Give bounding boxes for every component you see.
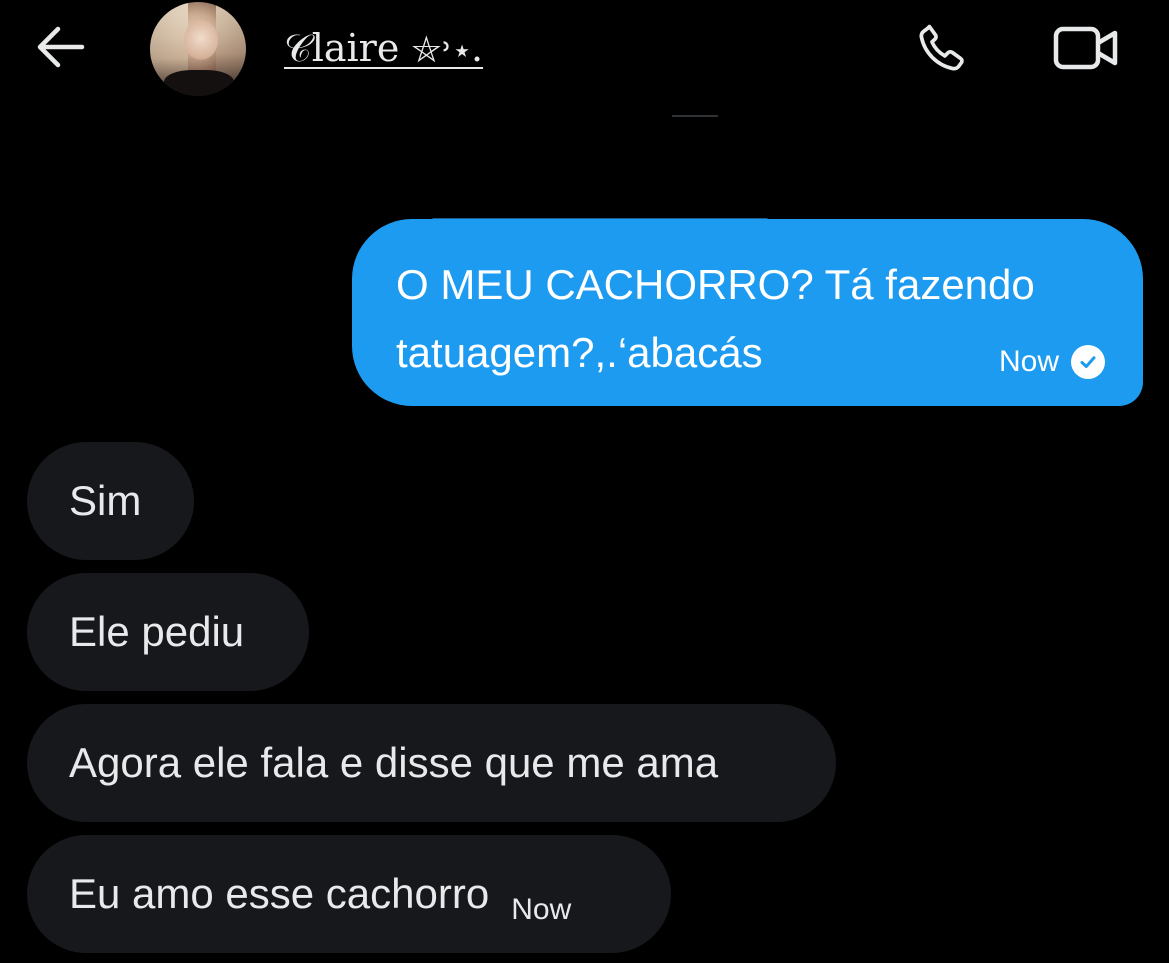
incoming-message[interactable]: Ele pediu: [27, 573, 309, 691]
message-meta: Now: [999, 344, 1105, 380]
call-button[interactable]: [912, 20, 972, 80]
message-time: Now: [511, 893, 572, 926]
message-text: O MEU CACHORRO? Tá fazendo tatuagem?,.‘a…: [396, 261, 1035, 376]
phone-icon: [914, 20, 970, 81]
arrow-left-icon: [34, 25, 86, 74]
incoming-message[interactable]: Eu amo esse cachorro Now: [27, 835, 671, 953]
back-button[interactable]: [30, 22, 90, 76]
avatar[interactable]: [150, 2, 246, 96]
incoming-message[interactable]: Agora ele fala e disse que me ama: [27, 704, 836, 822]
message-text: Ele pediu: [69, 607, 245, 655]
message-text: Agora ele fala e disse que me ama: [69, 738, 719, 786]
conversation-header: 𝒞laire ⛤˒⋆.: [0, 0, 1169, 120]
video-camera-icon: [1052, 23, 1120, 78]
message-text: Sim: [69, 476, 142, 524]
message-text: Eu amo esse cachorro: [69, 869, 490, 917]
outgoing-message[interactable]: O MEU CACHORRO? Tá fazendo tatuagem?,.‘a…: [352, 219, 1143, 406]
contact-name[interactable]: 𝒞laire ⛤˒⋆.: [284, 26, 483, 71]
check-circle-icon: [1071, 345, 1105, 379]
header-divider: [672, 115, 718, 117]
video-call-button[interactable]: [1050, 22, 1122, 78]
incoming-message[interactable]: Sim: [27, 442, 194, 560]
message-time: Now: [998, 345, 1059, 378]
